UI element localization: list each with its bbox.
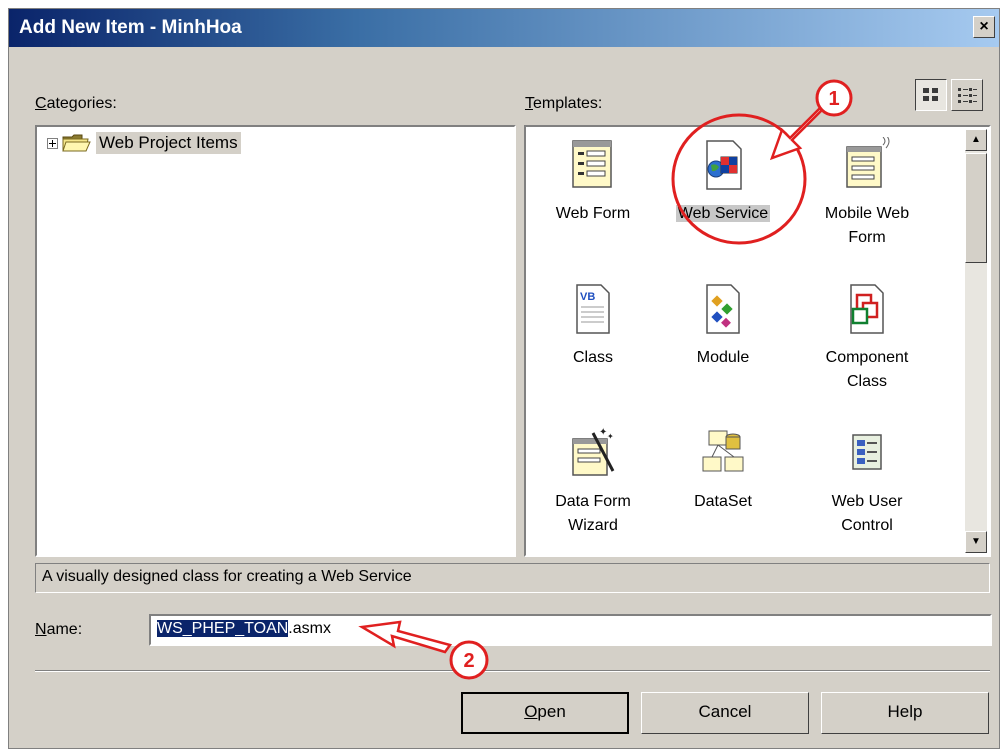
marker-2-text: 2 [463,650,474,672]
marker-1-text: 1 [828,88,839,110]
arrow-2 [358,620,453,654]
annotation-overlay: 1 2 [358,79,853,680]
